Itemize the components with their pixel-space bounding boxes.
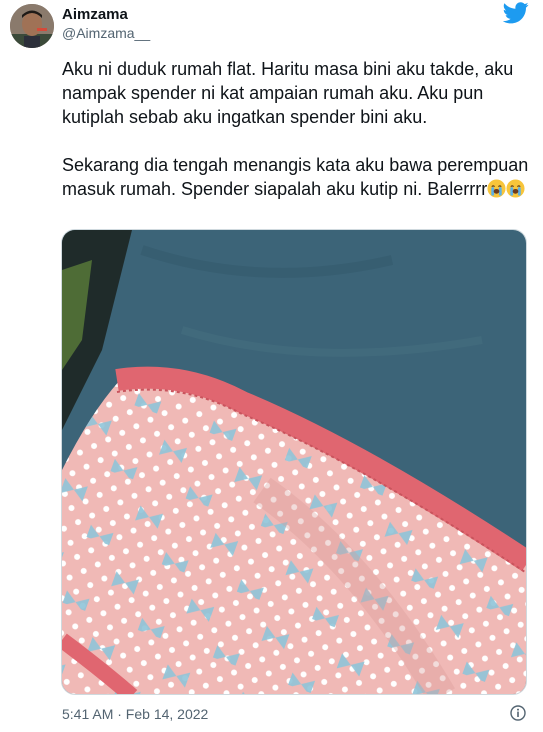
- loudly-crying-face-icon: [487, 179, 506, 198]
- user-handle[interactable]: @Aimzama__: [62, 25, 150, 41]
- loudly-crying-face-icon: [506, 179, 525, 198]
- display-name[interactable]: Aimzama: [62, 6, 128, 23]
- tweet-photo[interactable]: [61, 229, 527, 695]
- twitter-bird-icon[interactable]: [503, 2, 529, 24]
- tweet-timestamp[interactable]: 5:41 AM · Feb 14, 2022: [62, 706, 208, 722]
- avatar[interactable]: [10, 4, 54, 48]
- info-icon[interactable]: [510, 705, 526, 721]
- tweet-card: Aimzama @Aimzama__ Aku ni duduk rumah fl…: [0, 0, 543, 732]
- tweet-body: Aku ni duduk rumah flat. Haritu masa bin…: [62, 59, 529, 199]
- tweet-text: Aku ni duduk rumah flat. Haritu masa bin…: [62, 57, 532, 201]
